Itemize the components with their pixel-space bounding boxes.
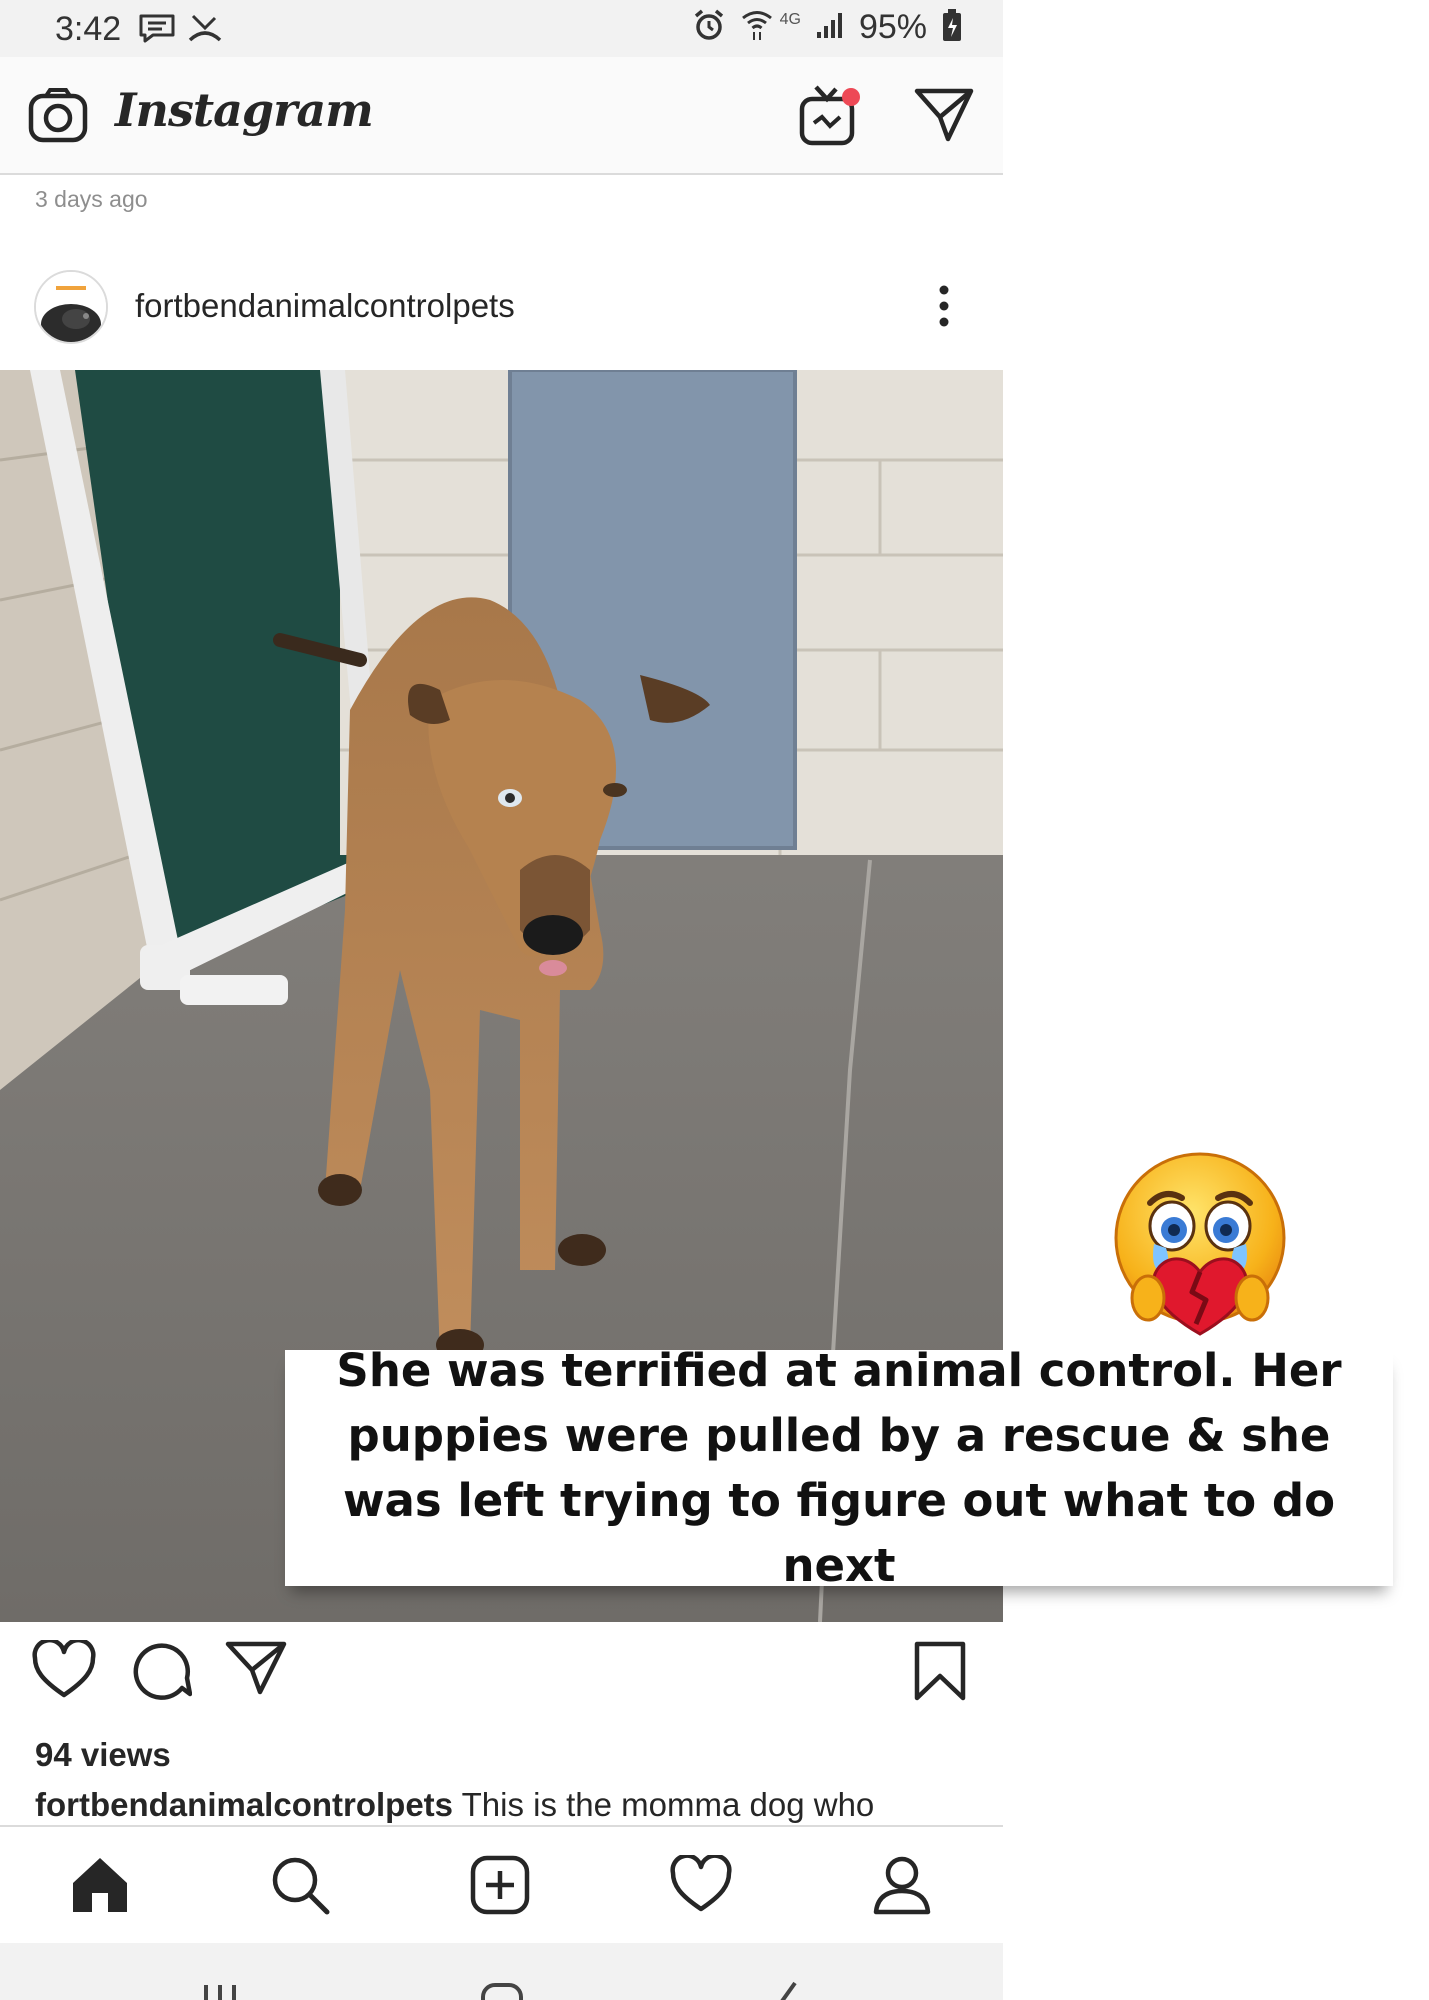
post-time-ago: 3 days ago [35,186,148,212]
alarm-icon [692,8,726,47]
status-time: 3:42 [55,10,122,48]
view-count: 94 views [35,1736,171,1773]
share-icon[interactable] [225,1640,287,1701]
search-icon[interactable] [270,1855,330,1920]
activity-icon[interactable] [670,1853,732,1918]
add-post-icon[interactable] [470,1855,530,1920]
overlay-caption-text: She was terrified at animal control. Her… [336,1344,1342,1592]
status-bar: 3:42 4G 95% [0,0,1003,57]
home-icon[interactable] [70,1855,130,1920]
message-icon [138,12,176,49]
network-type: 4G [779,10,801,28]
post-action-bar [0,1638,1003,1720]
more-options-icon[interactable] [932,282,956,335]
bookmark-icon[interactable] [913,1640,967,1707]
phone-screen: 3:42 4G 95% Instagram 3 days ago fortben… [0,0,1003,2000]
battery-percent: 95% [858,8,927,46]
direct-message-icon[interactable] [914,87,974,148]
signal-icon [815,10,845,45]
overlay-caption-card: She was terrified at animal control. Her… [285,1344,1393,1592]
status-indicators: 4G 95% [692,8,963,47]
camera-icon[interactable] [28,87,88,148]
missed-call-icon [188,12,222,49]
battery-icon [941,8,963,47]
wifi-icon [740,8,774,47]
post-caption: fortbendanimalcontrolpets This is the mo… [35,1786,995,1826]
heart-icon[interactable] [32,1638,96,1705]
post-header: fortbendanimalcontrolpets [0,260,1003,370]
avatar[interactable] [34,270,108,344]
recent-apps-icon[interactable] [200,1981,240,2000]
caption-text: This is the momma dog who [461,1786,875,1823]
app-header: Instagram [0,57,1003,175]
bottom-navigation [0,1825,1003,1943]
crying-broken-heart-emoji [1110,1148,1290,1343]
igtv-icon[interactable] [798,83,862,152]
system-navigation-bar [0,1943,1003,2000]
caption-username[interactable]: fortbendanimalcontrolpets [35,1786,453,1823]
profile-icon[interactable] [872,1855,932,1920]
back-icon[interactable] [765,1981,805,2000]
comment-icon[interactable] [132,1640,193,1705]
app-logo: Instagram [115,83,374,137]
post-username[interactable]: fortbendanimalcontrolpets [135,287,515,325]
home-button-icon[interactable] [480,1981,524,2000]
